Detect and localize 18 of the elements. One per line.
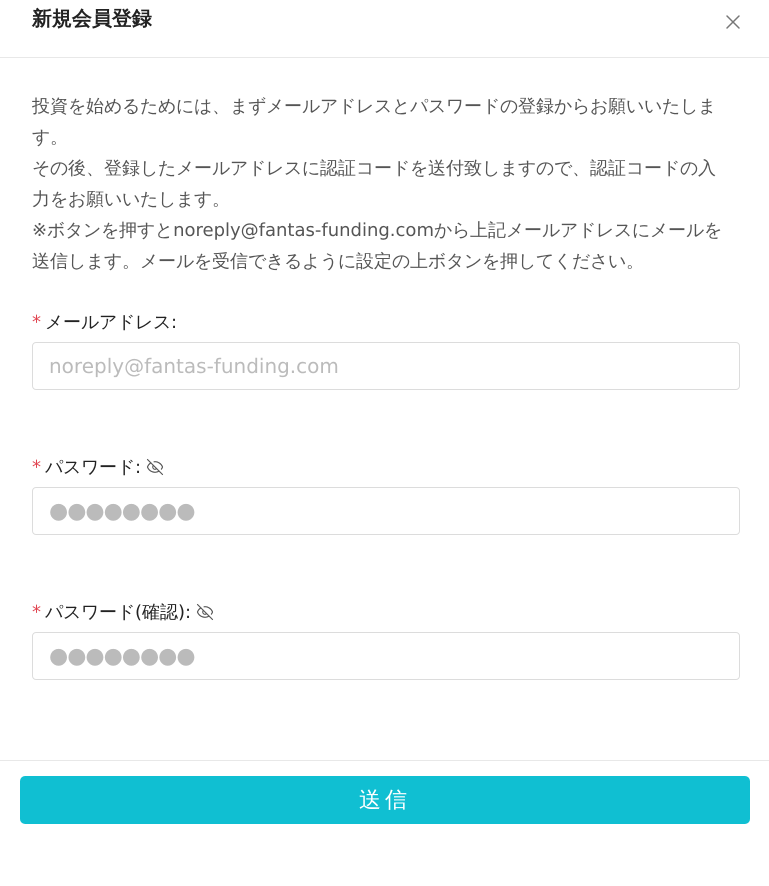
visibility-toggle[interactable] [145,457,166,477]
password-field[interactable]: ●●●●●●●● [32,487,740,535]
submit-button[interactable]: 送信 [20,776,750,824]
field-label: メールアドレス: [45,310,178,334]
visibility-toggle[interactable] [195,602,216,622]
required-mark: * [32,456,41,480]
password-field[interactable]: ●●●●●●●● [32,632,740,680]
email-field[interactable]: noreply@fantas-funding.com [32,342,740,390]
required-mark: * [32,600,41,624]
intro-text: その後、登録したメールアドレスに認証コードを送付致しますので、認証コードの入力をお願いいたします。 [32,157,717,212]
dialog-title: 新規会員登録 [32,5,152,32]
eye-off-icon [196,603,214,621]
field-label: パスワード: [45,456,142,480]
required-mark: * [32,310,41,334]
field-label: パスワード(確認): [45,600,192,624]
intro-text: 投資を始めるためには、まずメールアドレスとパスワードの登録からお願いいたします。 [32,95,717,150]
intro-text: ※ボタンを押すとnoreply@fantas-funding.comから上記メールアドレスにメールを送信します。メールを受信できるように設定の上ボタンを押してください。 [32,219,723,274]
eye-off-icon [146,458,164,476]
